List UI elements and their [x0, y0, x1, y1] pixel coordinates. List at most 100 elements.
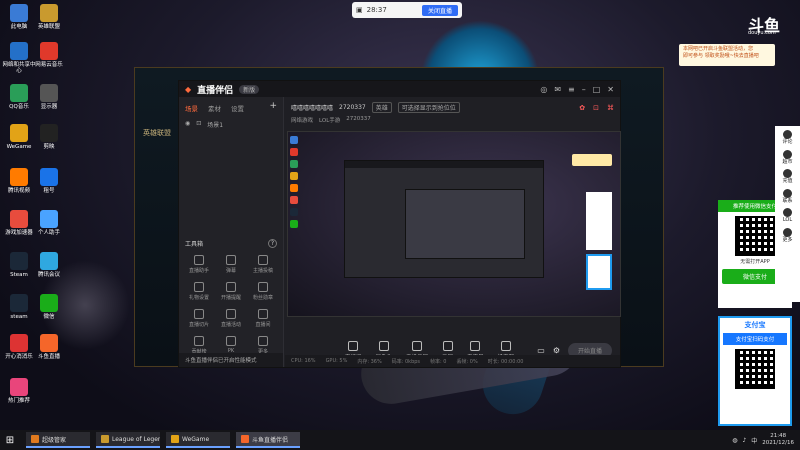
desktop-icon[interactable]: Steam	[2, 252, 36, 278]
tool-label: 直播活动	[220, 322, 241, 328]
app-icon	[10, 4, 28, 22]
stream-preview[interactable]	[287, 131, 621, 317]
tool-item[interactable]: 直播间	[247, 309, 279, 328]
taskbar-item-label: 斗鱼直播伴侣	[252, 436, 289, 444]
stop-live-button[interactable]: 关闭直播	[421, 4, 458, 16]
toolbox-title: 工具箱	[185, 241, 204, 248]
desktop-icon[interactable]: 剪映	[32, 124, 66, 150]
desktop-icon-label: 腾讯会议	[37, 272, 60, 278]
desktop-icon-label: 微信	[43, 314, 55, 320]
desktop-icon[interactable]: 网易云音乐	[32, 42, 66, 68]
tab-settings[interactable]: 设置	[231, 103, 244, 113]
app-icon	[10, 252, 28, 270]
desktop-icon[interactable]: 英雄联盟	[32, 4, 66, 30]
room-header: 嘻嘻嘻嘻嘻嘻嘻 2720337 英雄 可选择显示到抢位位 ✿ ⊡ ⌘	[285, 97, 620, 113]
control-icon	[442, 341, 453, 351]
windows-start-icon[interactable]: ⊞	[0, 435, 20, 446]
sub-count: 2720337	[346, 116, 371, 122]
user-icon[interactable]: ◎	[540, 85, 547, 94]
room-subline: 网络游戏 LOL手游 2720337	[285, 113, 620, 127]
tool-label: 开播提醒	[220, 295, 241, 301]
maximize-icon[interactable]: □	[593, 85, 601, 94]
help-icon[interactable]: ?	[268, 239, 277, 248]
dock-item[interactable]: 更多	[782, 227, 793, 244]
desktop-icon[interactable]: 斗鱼直播	[32, 334, 66, 360]
scene-row[interactable]: ◉ ⊡ 场景1	[179, 116, 283, 133]
lock-icon[interactable]: ⊡	[593, 104, 599, 112]
taskbar-item[interactable]: WeGame	[166, 432, 230, 448]
desktop-icon[interactable]: 腾讯会议	[32, 252, 66, 278]
tab-assets[interactable]: 素材	[208, 103, 221, 113]
tool-item[interactable]: 直播助手	[183, 255, 215, 274]
link-icon[interactable]: ⌘	[607, 104, 614, 112]
lock-icon[interactable]: ⊡	[196, 120, 201, 129]
promo-note[interactable]: 本网吧已开启斗鱼联盟活动，您 即可参与 领取奖励哦~快去直播吧	[679, 44, 775, 66]
desktop-icon[interactable]: 腾讯视频	[2, 168, 36, 194]
gift-icon[interactable]: ✿	[579, 104, 585, 112]
minimize-icon[interactable]: –	[582, 85, 586, 94]
app-icon	[40, 334, 58, 352]
app-icon	[10, 334, 28, 352]
tool-label: 直播切片	[188, 322, 209, 328]
ime-indicator[interactable]: 中	[751, 436, 757, 445]
volume-icon[interactable]: ♪	[742, 437, 746, 444]
room-title[interactable]: 嘻嘻嘻嘻嘻嘻嘻	[291, 103, 333, 112]
desktop-icon[interactable]: 个人助手	[32, 210, 66, 236]
sub-category[interactable]: 网络游戏	[291, 116, 313, 124]
menu-icon[interactable]: ≡	[568, 85, 575, 94]
desktop-icon-label: 斗鱼直播	[37, 354, 60, 360]
add-icon[interactable]: +	[269, 102, 277, 113]
tool-item[interactable]: 直播活动	[215, 309, 247, 328]
desktop-icon-label: 剪映	[43, 144, 55, 150]
tool-item[interactable]: 开播提醒	[215, 282, 247, 301]
tool-icon	[258, 255, 268, 265]
app-icon	[10, 294, 28, 312]
desktop-icon[interactable]: 热门推荐	[2, 378, 36, 404]
desktop-icon[interactable]: WeGame	[2, 124, 36, 150]
control-icon	[378, 341, 389, 351]
desktop-icon[interactable]: 微信	[32, 294, 66, 320]
preview-note	[572, 154, 612, 166]
version-pill[interactable]: 新版	[239, 84, 260, 94]
desktop-icon[interactable]: 网络和共享中心	[2, 42, 36, 74]
tool-item[interactable]: 弹幕	[215, 255, 247, 274]
desktop-icon[interactable]: 显示器	[32, 84, 66, 110]
monitor-icon: ▣	[356, 6, 363, 14]
douyu-companion-window: ◆ 直播伴侣 新版 ◎ ✉ ≡ – □ ✕ 场景 素材 设置 + ◉ ⊡ 场景1…	[178, 80, 621, 368]
taskbar-item[interactable]: 斗鱼直播伴侣	[236, 432, 300, 448]
tool-icon	[194, 255, 204, 265]
room-note[interactable]: 可选择显示到抢位位	[397, 102, 460, 113]
network-icon[interactable]: ◍	[732, 437, 737, 444]
dock-item[interactable]: 评论	[782, 130, 793, 146]
tool-item[interactable]: 主播投稿	[247, 255, 279, 274]
tab-scene[interactable]: 场景	[185, 103, 198, 113]
desktop-icon[interactable]: 租号	[32, 168, 66, 194]
dock-item[interactable]: 充值	[782, 169, 793, 185]
desktop-icon[interactable]: 开心消消乐	[2, 334, 36, 360]
tool-item[interactable]: 直播切片	[183, 309, 215, 328]
performance-notice[interactable]: 斗鱼直播伴侣已开启性能模式	[179, 353, 283, 367]
dock-item[interactable]: 超市	[782, 149, 793, 166]
desktop-icon[interactable]: QQ音乐	[2, 84, 36, 110]
tool-label: 直播助手	[188, 268, 209, 274]
tool-icon	[258, 336, 268, 346]
desktop-icon[interactable]: 游戏加速器	[2, 210, 36, 236]
room-tag[interactable]: 英雄	[371, 102, 392, 113]
taskbar-item[interactable]: League of Legends	[96, 432, 160, 448]
message-icon[interactable]: ✉	[554, 85, 561, 94]
alipay-header: 支付宝扫码支付	[723, 333, 787, 345]
taskbar-item[interactable]: 超级管家	[26, 432, 90, 448]
sub-game[interactable]: LOL手游	[319, 116, 340, 124]
close-icon[interactable]: ✕	[607, 85, 614, 94]
tool-item[interactable]: 粉丝勋章	[247, 282, 279, 301]
desktop-icon[interactable]: steam	[2, 294, 36, 320]
desktop-icon[interactable]: 此电脑	[2, 4, 36, 30]
tool-item[interactable]: 礼物设置	[183, 282, 215, 301]
clock[interactable]: 21:48 2021/12/16	[762, 433, 794, 446]
settings-icon[interactable]: ⚙	[553, 346, 560, 355]
dock-item[interactable]: LOL	[783, 208, 792, 224]
dock-item[interactable]: 联系	[782, 188, 793, 205]
eye-icon[interactable]: ◉	[185, 120, 190, 129]
record-icon[interactable]: ▭	[537, 346, 545, 355]
desktop-icon-label: 显示器	[40, 104, 58, 110]
